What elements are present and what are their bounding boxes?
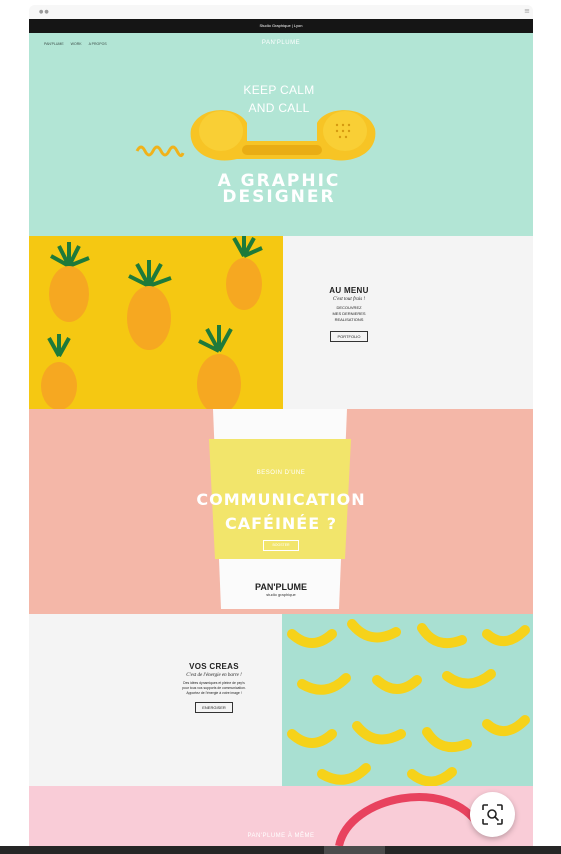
menu-tile-line: REALISATIONS	[334, 317, 364, 322]
pineapple-icon	[49, 242, 90, 322]
coffee-headline-line2: CAFÉINÉE ?	[224, 514, 338, 533]
bottom-bar-segment	[324, 846, 385, 854]
coffee-section: BESOIN D'UNE COMMUNICATION CAFÉINÉE ? BO…	[29, 409, 533, 614]
hero-headline: A GRAPHIC DESIGNER	[179, 173, 379, 207]
banana-pattern	[282, 614, 533, 786]
portfolio-button[interactable]: PORTFOLIO	[330, 331, 368, 342]
lens-search-icon	[482, 804, 503, 825]
creas-tile-title: VOS CREAS	[189, 662, 239, 671]
energiser-button[interactable]: ENERGISER	[195, 702, 233, 713]
browser-chrome: ●● ≡	[29, 5, 533, 19]
browser-window: ●● ≡ Studio Graphique | Lyon PAN'PLUME W…	[29, 5, 533, 846]
creas-tile: VOS CREAS C'est de l'énergie en barre ! …	[154, 662, 274, 714]
booster-button[interactable]: BOOSTER	[263, 540, 299, 551]
creas-section: VOS CREAS C'est de l'énergie en barre ! …	[29, 614, 533, 786]
hero-tagline-line1: KEEP CALM	[243, 83, 315, 97]
headphones-section: PAN'PLUME À MÊME	[29, 786, 533, 846]
headphones-section-text: PAN'PLUME À MÊME	[247, 833, 315, 839]
hero-headline-line2: DESIGNER	[222, 187, 336, 207]
site-logo[interactable]: PAN'PLUME	[29, 40, 533, 46]
creas-tile-line: Apportez de l'énergie à votre image !	[186, 691, 242, 695]
visual-search-button[interactable]	[470, 792, 515, 837]
coffee-headline: COMMUNICATION CAFÉINÉE ?	[29, 488, 533, 536]
menu-section: AU MENU C'est tout frais ! DECOUVREZ MES…	[29, 236, 533, 409]
creas-tile-script: C'est de l'énergie en barre !	[186, 673, 242, 678]
coffee-eyebrow: BESOIN D'UNE	[256, 470, 306, 476]
cup-subtitle: studio graphique	[266, 592, 296, 597]
top-banner: Studio Graphique | Lyon	[29, 19, 533, 33]
bottom-bar	[0, 846, 561, 854]
coffee-headline-line1: COMMUNICATION	[196, 490, 366, 509]
hero-section: PAN'PLUME WORK A PROPOS PAN'PLUME KEEP C…	[29, 33, 533, 236]
menu-tile-title: AU MENU	[329, 286, 369, 295]
menu-tile: AU MENU C'est tout frais ! DECOUVREZ MES…	[299, 286, 399, 343]
window-dots: ●●	[39, 9, 50, 15]
cup-brand: PAN'PLUME	[255, 582, 307, 592]
pineapple-pattern	[29, 236, 283, 409]
menu-tile-script: C'est tout frais !	[332, 297, 366, 302]
menu-icon[interactable]: ≡	[524, 7, 530, 15]
telephone-handset-icon	[135, 110, 376, 161]
